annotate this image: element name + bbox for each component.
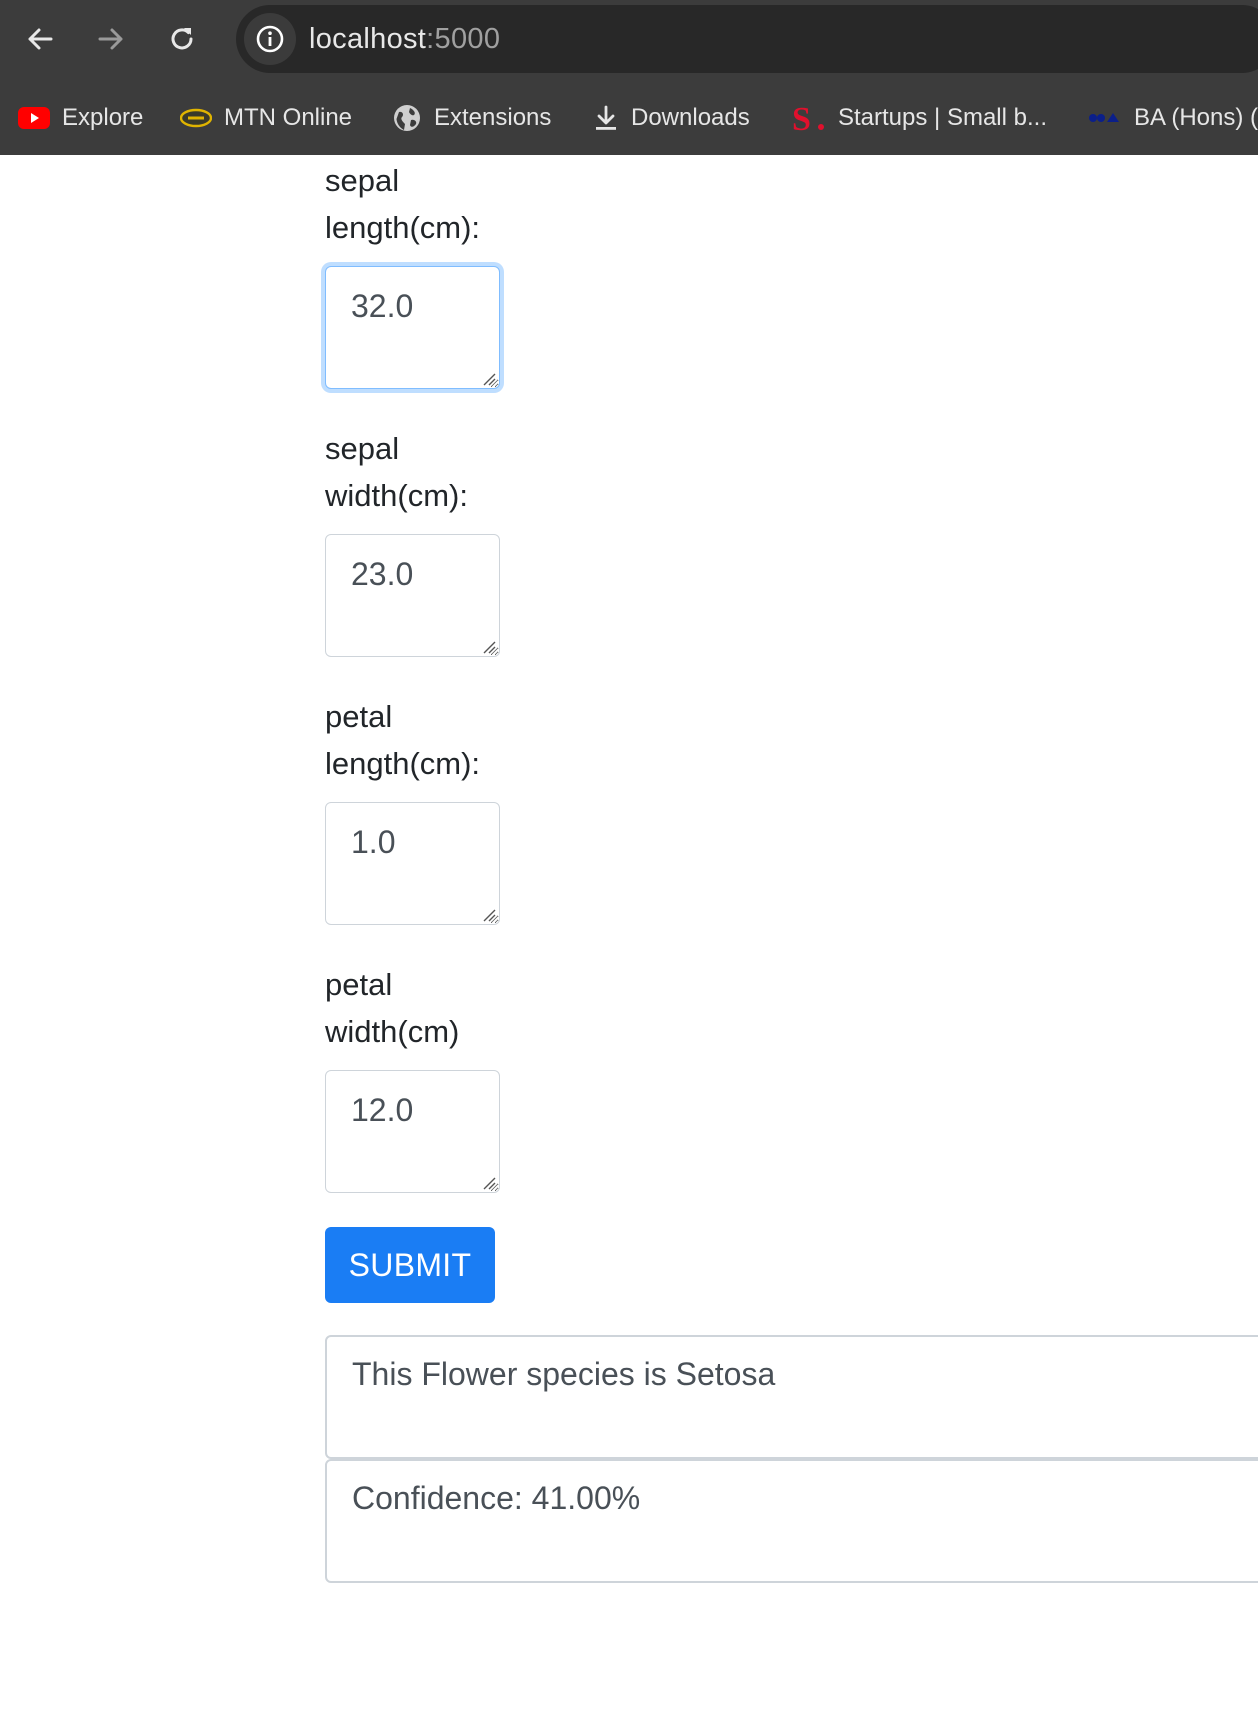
bookmark-label: Extensions: [434, 104, 552, 131]
back-button[interactable]: [16, 16, 64, 62]
bookmark-mtn-online[interactable]: MTN Online: [180, 98, 352, 138]
bookmark-favicon-icon: [1088, 110, 1122, 126]
petal-length-input[interactable]: 1.0: [325, 802, 500, 925]
prediction-result-box: This Flower species is Setosa: [325, 1335, 1258, 1459]
reload-button[interactable]: [158, 16, 206, 62]
label-line: sepal: [325, 431, 400, 466]
site-info-button[interactable]: [244, 13, 296, 65]
bookmark-label: MTN Online: [224, 104, 353, 131]
sepal-width-label: sepal width(cm):: [325, 425, 525, 519]
url-port: :5000: [426, 23, 501, 55]
mtn-logo-icon: [180, 108, 212, 128]
download-icon: [593, 104, 619, 132]
bookmark-downloads[interactable]: Downloads: [593, 98, 750, 138]
prediction-text: This Flower species is Setosa: [352, 1356, 776, 1392]
bookmark-label: Downloads: [631, 104, 750, 131]
sepal-length-label: sepal length(cm):: [325, 157, 525, 251]
confidence-result-box: Confidence: 41.00%: [325, 1459, 1258, 1583]
label-line: width(cm): [325, 1014, 460, 1049]
bookmark-extensions[interactable]: Extensions: [392, 98, 551, 138]
arrow-left-icon: [28, 28, 53, 50]
bookmark-startups[interactable]: S Startups | Small b...: [790, 98, 1047, 138]
bookmark-label: Explore: [62, 104, 144, 131]
browser-toolbar: localhost:5000: [0, 0, 1258, 78]
petal-width-input[interactable]: 12.0: [325, 1070, 500, 1193]
label-line: petal: [325, 967, 393, 1002]
petal-width-label: petal width(cm): [325, 961, 525, 1055]
browser-chrome: localhost:5000 Explore MTN Online Extens…: [0, 0, 1258, 155]
sepal-length-input[interactable]: 32.0: [325, 266, 500, 389]
s-logo-icon: S: [790, 100, 826, 136]
bookmark-ba-hons[interactable]: BA (Hons) (: [1088, 98, 1258, 138]
label-line: length(cm):: [325, 210, 481, 245]
bookmark-label: BA (Hons) (: [1134, 104, 1258, 131]
youtube-icon: [18, 106, 50, 130]
confidence-text: Confidence: 41.00%: [352, 1480, 641, 1516]
page-content: sepal length(cm): 32.0 sepal width(cm): …: [0, 155, 1258, 1713]
bookmark-label: Startups | Small b...: [838, 104, 1047, 131]
forward-button[interactable]: [87, 16, 135, 62]
globe-icon: [392, 103, 422, 133]
address-bar[interactable]: localhost:5000: [236, 5, 1258, 73]
bookmark-explore[interactable]: Explore: [18, 98, 143, 138]
label-line: sepal: [325, 163, 400, 198]
arrow-right-icon: [98, 28, 123, 50]
bookmarks-bar: Explore MTN Online Extensions Downloads …: [0, 92, 1258, 144]
label-line: length(cm):: [325, 746, 481, 781]
url-host: localhost: [309, 23, 427, 55]
label-line: petal: [325, 699, 393, 734]
url-text: localhost:5000: [309, 23, 500, 55]
sepal-width-input[interactable]: 23.0: [325, 534, 500, 657]
petal-length-label: petal length(cm):: [325, 693, 525, 787]
reload-icon: [171, 28, 193, 50]
submit-button[interactable]: SUBMIT: [325, 1227, 495, 1303]
label-line: width(cm):: [325, 478, 468, 513]
svg-text:S: S: [792, 101, 811, 136]
info-icon: [256, 25, 284, 53]
